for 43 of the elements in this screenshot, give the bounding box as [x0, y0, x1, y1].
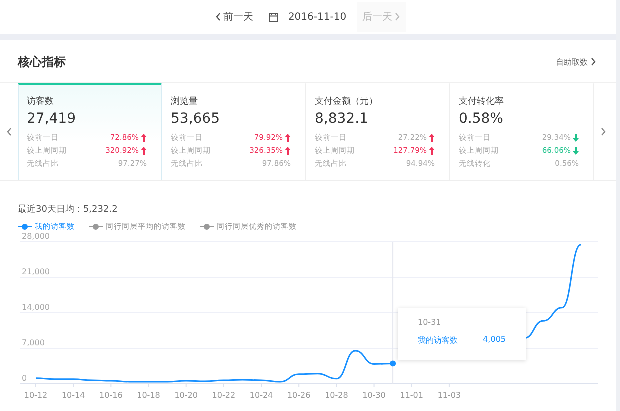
tooltip-series: 我的访客数	[418, 335, 458, 346]
x-axis-label: 11-01	[400, 391, 424, 400]
chevron-left-icon	[216, 13, 222, 21]
chevron-right-icon	[394, 13, 400, 21]
panel-title: 核心指标	[18, 54, 66, 70]
self-service-link[interactable]: 自助取数	[556, 56, 596, 68]
legend-marker-icon	[89, 224, 103, 230]
daily-average-text: 最近30天日均：5,232.2	[17, 204, 119, 216]
metric-name: 支付金额（元）	[315, 96, 379, 108]
metric-value: 8,832.1	[315, 111, 370, 127]
hover-point	[390, 360, 396, 367]
metric-value: 53,665	[171, 111, 221, 127]
chevron-right-icon	[591, 58, 596, 66]
previous-day-button[interactable]: 前一天	[210, 2, 260, 32]
y-axis-label: 28,000	[22, 232, 50, 241]
metric-name: 浏览量	[171, 96, 199, 108]
tooltip-date: 10-31	[418, 318, 442, 327]
tooltip-value: 4,005	[483, 335, 506, 346]
chevron-left-icon	[6, 128, 12, 136]
x-axis-label: 10-18	[137, 391, 160, 400]
y-axis-label: 0	[22, 374, 28, 383]
x-axis-label: 10-24	[250, 391, 274, 400]
metric-name: 支付转化率	[459, 96, 505, 108]
x-axis-label: 10-22	[212, 391, 236, 400]
legend-marker-icon	[200, 224, 214, 230]
metric-name: 访客数	[27, 96, 55, 108]
x-axis-label: 10-14	[62, 391, 86, 400]
y-axis-label: 21,000	[22, 268, 50, 276]
x-axis-label: 11-03	[438, 391, 462, 400]
x-axis-label: 10-30	[362, 391, 386, 400]
calendar-icon	[269, 12, 278, 22]
y-axis-label: 7,000	[22, 338, 45, 348]
x-axis-label: 10-28	[325, 391, 348, 400]
date-text: 2016-11-10	[288, 12, 347, 22]
chevron-right-icon	[600, 128, 606, 136]
x-axis-label: 10-12	[24, 391, 48, 400]
metric-value: 27,419	[27, 111, 77, 127]
legend-marker-icon	[18, 224, 32, 230]
metric-value: 0.58%	[459, 111, 504, 127]
y-axis-label: 14,000	[22, 303, 50, 312]
x-axis-label: 10-20	[174, 391, 198, 400]
x-axis-label: 10-16	[100, 391, 123, 400]
x-axis-label: 10-26	[287, 391, 311, 400]
